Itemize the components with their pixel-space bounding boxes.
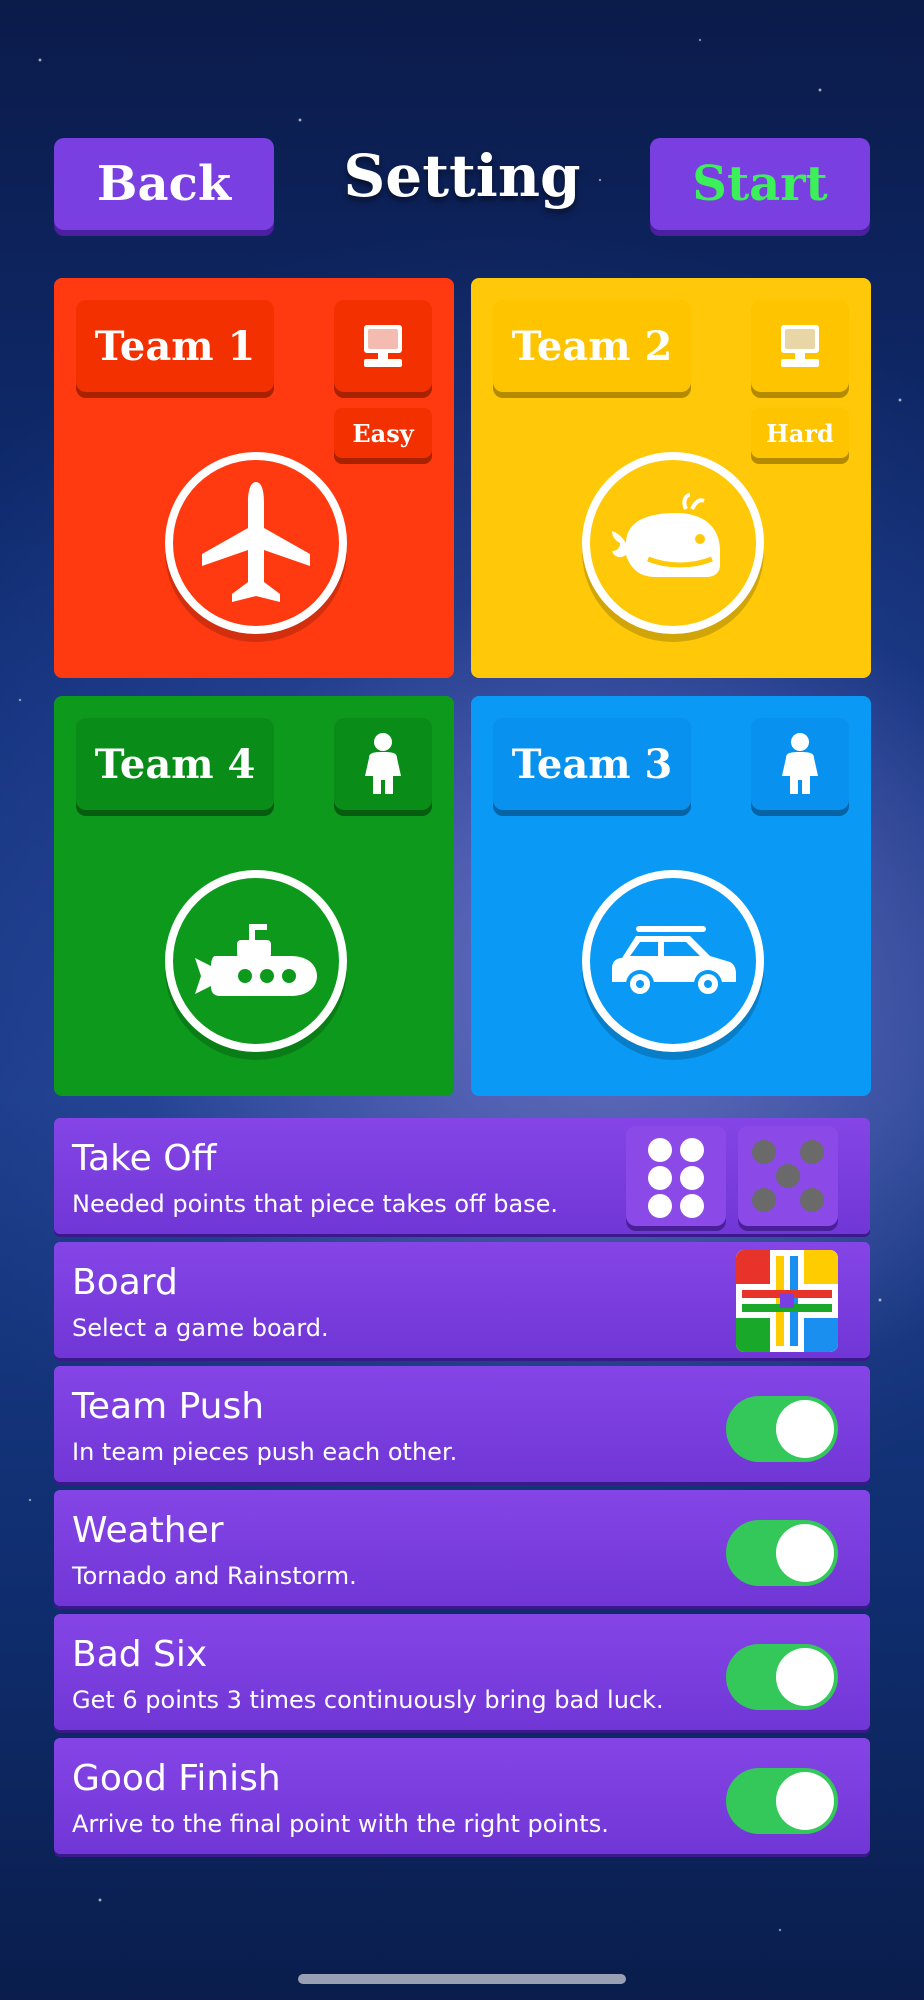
setting-title: Team Push [72, 1386, 265, 1427]
person-icon [365, 733, 401, 794]
die-pip [648, 1194, 672, 1218]
good-finish-toggle[interactable] [726, 1768, 838, 1834]
die-pip [680, 1194, 704, 1218]
team-4-name-button[interactable]: Team 4 [76, 718, 274, 810]
setting-board[interactable]: Board Select a game board. [54, 1242, 870, 1358]
team-1-emblem[interactable] [165, 452, 347, 634]
setting-title: Take Off [72, 1138, 217, 1179]
team-2-name-button[interactable]: Team 2 [493, 300, 691, 392]
computer-icon [364, 325, 402, 367]
setting-description: Arrive to the final point with the right… [72, 1810, 609, 1838]
setting-description: Needed points that piece takes off base. [72, 1190, 559, 1218]
die-pip [776, 1164, 800, 1188]
team-1-player-type-button[interactable] [334, 300, 432, 392]
team-2-card: Team 2 Hard [471, 278, 871, 678]
home-indicator[interactable] [298, 1974, 626, 1984]
team-3-card: Team 3 [471, 696, 871, 1096]
team-2-emblem[interactable] [582, 452, 764, 634]
team-4-emblem[interactable] [165, 870, 347, 1052]
setting-take-off: Take Off Needed points that piece takes … [54, 1118, 870, 1234]
setting-weather: Weather Tornado and Rainstorm. [54, 1490, 870, 1606]
team-2-player-type-button[interactable] [751, 300, 849, 392]
team-3-name-button[interactable]: Team 3 [493, 718, 691, 810]
back-button[interactable]: Back [54, 138, 274, 230]
team-4-player-type-button[interactable] [334, 718, 432, 810]
die-pip [752, 1140, 776, 1164]
game-board-thumbnail[interactable] [736, 1250, 838, 1352]
die-pip [648, 1166, 672, 1190]
bad-six-toggle[interactable] [726, 1644, 838, 1710]
take-off-five-option[interactable] [738, 1126, 838, 1226]
weather-toggle[interactable] [726, 1520, 838, 1586]
toggle-knob [776, 1524, 834, 1582]
setting-title: Good Finish [72, 1758, 281, 1799]
setting-description: Select a game board. [72, 1314, 329, 1342]
start-button[interactable]: Start [650, 138, 870, 230]
die-pip [648, 1138, 672, 1162]
team-3-emblem[interactable] [582, 870, 764, 1052]
toggle-knob [776, 1400, 834, 1458]
team-2-level-button[interactable]: Hard [751, 408, 849, 458]
team-1-name-button[interactable]: Team 1 [76, 300, 274, 392]
setting-title: Bad Six [72, 1634, 208, 1675]
page-title: Setting [343, 142, 581, 210]
team-3-player-type-button[interactable] [751, 718, 849, 810]
die-pip [800, 1140, 824, 1164]
setting-good-finish: Good Finish Arrive to the final point wi… [54, 1738, 870, 1854]
die-pip [680, 1166, 704, 1190]
team-push-toggle[interactable] [726, 1396, 838, 1462]
toggle-knob [776, 1648, 834, 1706]
whale-icon [612, 493, 720, 577]
setting-description: Get 6 points 3 times continuously bring … [72, 1686, 664, 1714]
setting-description: In team pieces push each other. [72, 1438, 458, 1466]
team-4-card: Team 4 [54, 696, 454, 1096]
setting-description: Tornado and Rainstorm. [72, 1562, 357, 1590]
airplane-icon [202, 482, 310, 602]
die-pip [752, 1188, 776, 1212]
car-icon [612, 926, 736, 998]
toggle-knob [776, 1772, 834, 1830]
team-1-card: Team 1 Easy [54, 278, 454, 678]
computer-icon [781, 325, 819, 367]
die-pip [800, 1188, 824, 1212]
setting-bad-six: Bad Six Get 6 points 3 times continuousl… [54, 1614, 870, 1730]
submarine-icon [195, 924, 317, 996]
die-pip [680, 1138, 704, 1162]
setting-title: Board [72, 1262, 178, 1303]
team-1-level-button[interactable]: Easy [334, 408, 432, 458]
setting-title: Weather [72, 1510, 224, 1551]
person-icon [782, 733, 818, 794]
setting-team-push: Team Push In team pieces push each other… [54, 1366, 870, 1482]
take-off-six-option[interactable] [626, 1126, 726, 1226]
